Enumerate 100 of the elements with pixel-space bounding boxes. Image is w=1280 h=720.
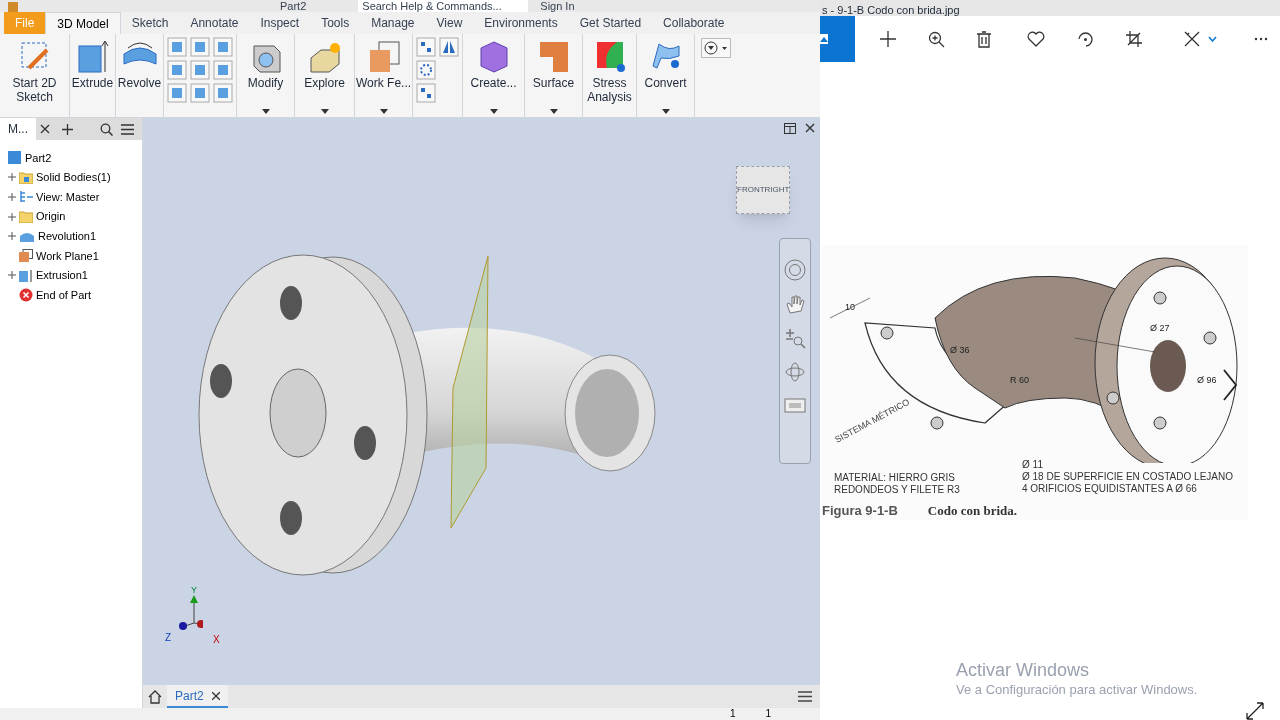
ribbon-tab[interactable]: Annotate	[179, 12, 250, 34]
pattern-icon[interactable]	[416, 60, 436, 80]
tool-icon[interactable]	[190, 60, 210, 80]
tool-icon[interactable]	[167, 37, 187, 57]
tool-icon[interactable]	[190, 37, 210, 57]
ribbon-tab[interactable]: Inspect	[249, 12, 311, 34]
ribbon-button[interactable]: Work Fe...	[355, 34, 413, 117]
figure-note: Ø 11	[1022, 459, 1044, 471]
extrude-icon	[19, 268, 33, 282]
zoom-in-icon[interactable]	[928, 30, 945, 48]
figure-note: REDONDEOS Y FILETE R3	[834, 484, 960, 496]
ribbon-tab[interactable]: Sketch	[120, 12, 180, 34]
expand-icon[interactable]	[8, 173, 16, 182]
ribbon-tab[interactable]: Collaborate	[652, 12, 736, 34]
heart-icon[interactable]	[1027, 31, 1045, 47]
ribbon-tab[interactable]: Get Started	[568, 12, 653, 34]
sign-in-link[interactable]: Sign In	[540, 0, 575, 12]
rotate-icon[interactable]	[1077, 30, 1094, 48]
tool-icon[interactable]	[213, 60, 233, 80]
ribbon-tab[interactable]: Tools	[310, 12, 361, 34]
panel-layout-icon[interactable]	[784, 123, 796, 134]
ribbon-button[interactable]: Convert	[637, 34, 695, 117]
dimension-label: 10	[845, 302, 855, 312]
mirror-icon[interactable]	[439, 37, 459, 57]
axis-label: Z	[165, 633, 172, 643]
tree-item[interactable]: Revolution1	[38, 227, 97, 245]
tree-item[interactable]: Work Plane1	[36, 247, 99, 264]
ribbon-tab[interactable]: 3D Model	[45, 12, 121, 34]
status-field: 1	[730, 708, 736, 720]
expand-icon[interactable]	[8, 271, 16, 280]
pattern-icon[interactable]	[416, 83, 436, 103]
tool-icon[interactable]	[213, 37, 233, 57]
figure-number: Figura 9-1-B	[822, 502, 898, 520]
3d-viewport[interactable]: FRONTRIGHT Y Z X	[143, 118, 820, 685]
figure-note: MATERIAL: HIERRO GRIS	[834, 472, 956, 484]
error-icon	[19, 287, 33, 302]
orbit-icon[interactable]	[784, 361, 806, 383]
tree-item[interactable]: Solid Bodies(1)	[36, 169, 111, 186]
tool-icon[interactable]	[167, 60, 187, 80]
ribbon-button[interactable]: Stress Analysis	[583, 34, 637, 117]
ribbon-button[interactable]: Revolve	[116, 34, 164, 117]
close-icon[interactable]	[211, 691, 220, 700]
extrude-icon	[76, 38, 109, 74]
close-icon[interactable]	[805, 123, 815, 133]
add-icon[interactable]	[880, 31, 896, 47]
fullscreen-icon[interactable]	[1246, 702, 1264, 720]
dimension-label: Ø 36	[950, 345, 970, 355]
chevron-down-icon[interactable]	[1208, 36, 1217, 42]
document-title: Part2	[280, 0, 307, 12]
tree-item[interactable]: Extrusion1	[36, 267, 88, 284]
folder-icon	[19, 170, 33, 184]
tree-item[interactable]: End of Part	[36, 286, 92, 304]
cube-face-label: FRONT	[737, 184, 765, 196]
figure-note: Ø 18 DE SUPERFICIE EN COSTADO LEJANO	[1022, 471, 1233, 483]
next-icon[interactable]	[1223, 369, 1237, 401]
activation-title: Activar Windows	[956, 659, 1091, 681]
browser-tab[interactable]: M...	[0, 118, 36, 140]
tool-icon[interactable]	[167, 83, 187, 103]
dimension-label: Ø 96	[1197, 375, 1217, 385]
ribbon-button[interactable]: Surface	[525, 34, 583, 117]
zoom-icon[interactable]	[784, 327, 806, 349]
search-icon[interactable]	[100, 122, 113, 136]
document-tab[interactable]: Part2	[167, 685, 228, 708]
tool-icon[interactable]	[190, 83, 210, 103]
crop-icon[interactable]	[1126, 31, 1142, 47]
tree-item[interactable]: Part2	[25, 149, 52, 167]
expand-icon[interactable]	[8, 232, 16, 241]
pan-icon[interactable]	[784, 293, 806, 315]
ribbon-button[interactable]: Explore	[295, 34, 355, 117]
ribbon-tab[interactable]: View	[425, 12, 474, 34]
ribbon-button[interactable]: Start 2D Sketch	[0, 34, 70, 117]
edit-panel-button[interactable]	[820, 16, 855, 62]
ribbon-button[interactable]: Create...	[463, 34, 525, 117]
folder-icon	[19, 210, 33, 224]
tree-item[interactable]: Origin	[36, 208, 66, 225]
ribbon-button[interactable]: Extrude	[70, 34, 116, 117]
more-icon[interactable]	[1254, 37, 1268, 41]
expand-icon[interactable]	[8, 193, 16, 201]
ribbon-tab[interactable]: Manage	[360, 12, 426, 34]
ribbon-button[interactable]: Modify	[237, 34, 295, 117]
pattern-icon[interactable]	[416, 37, 436, 57]
ribbon-tab[interactable]: Environments	[473, 12, 569, 34]
tool-icon[interactable]	[213, 83, 233, 103]
part-icon	[8, 151, 22, 165]
dropdown-icon[interactable]	[701, 38, 731, 58]
menu-icon[interactable]	[121, 123, 134, 135]
tree-item[interactable]: View: Master	[36, 188, 100, 206]
photo-title: s - 9-1-B Codo con brida.jpg	[821, 4, 960, 16]
expand-icon[interactable]	[8, 212, 16, 221]
view-cube[interactable]: FRONTRIGHT	[736, 166, 790, 214]
menu-icon[interactable]	[798, 691, 812, 702]
steering-wheel-icon[interactable]	[784, 259, 806, 281]
view-icon	[19, 190, 33, 204]
search-field[interactable]: Search Help & Commands...	[358, 0, 529, 12]
add-icon[interactable]	[62, 123, 73, 135]
close-icon[interactable]	[40, 124, 50, 134]
home-icon[interactable]	[148, 689, 162, 704]
figure-note: 4 ORIFICIOS EQUIDISTANTES A Ø 66	[1022, 483, 1198, 495]
delete-icon[interactable]	[977, 30, 991, 48]
axis-label: Y	[191, 586, 197, 595]
